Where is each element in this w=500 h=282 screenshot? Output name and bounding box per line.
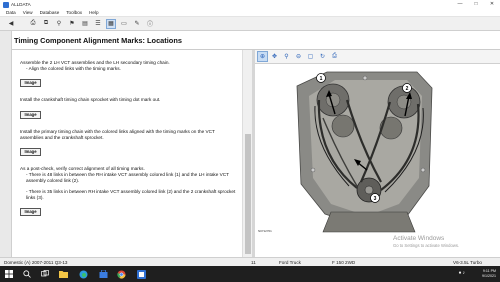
edge-icon[interactable] — [78, 269, 88, 279]
menu-bar: Data View Database Toolbox Help — [0, 9, 500, 17]
back-icon[interactable]: ◀ — [6, 19, 16, 29]
search-icon[interactable] — [22, 269, 32, 279]
rotate-icon[interactable]: ↻ — [317, 51, 328, 62]
watermark-title: Activate Windows — [393, 235, 445, 242]
minimize-icon[interactable]: — — [452, 0, 468, 9]
navigation-rail — [0, 31, 12, 257]
image-button[interactable]: Image — [20, 110, 41, 119]
info-icon[interactable]: ⓘ — [145, 19, 155, 29]
step-bullet: - Align the colored links with the timin… — [26, 66, 121, 72]
step-bullet: - There is 35 links in between RH intake… — [26, 188, 236, 200]
close-icon[interactable]: ✕ — [484, 0, 500, 9]
copy-icon[interactable]: ⧉ — [41, 19, 51, 29]
menu-help[interactable]: Help — [89, 10, 98, 15]
alldata-app-icon[interactable] — [136, 269, 146, 279]
status-database: Domestic (A) 2007-2011 Q3-13 — [4, 259, 68, 265]
image-panel: ⊕ ✥ ⚲ ⊖ ▢ ↻ ⎙ 1 2 3 N0712701 — [255, 50, 500, 257]
grid-icon[interactable]: ▦ — [106, 18, 116, 29]
page-header: Timing Component Alignment Marks: Locati… — [12, 31, 500, 50]
callout-1-label: 1 — [320, 76, 323, 82]
file-explorer-icon[interactable] — [58, 269, 68, 279]
tray-icons[interactable]: ● ♪ — [445, 271, 465, 276]
engine-diagram: 1 2 3 — [296, 71, 433, 233]
zoom-out-icon[interactable]: ⊖ — [293, 51, 304, 62]
vertical-scrollbar[interactable] — [242, 50, 252, 257]
figure-id: N0712701 — [258, 229, 272, 233]
callout-3-label: 3 — [374, 196, 377, 202]
taskbar: ● ♪ 9:11 PM 9/1/2021 — [0, 266, 500, 282]
menu-database[interactable]: Database — [40, 10, 60, 15]
fit-icon[interactable]: ▢ — [305, 51, 316, 62]
step-1: Assemble the 2 LH VCT assemblies and the… — [20, 60, 236, 88]
image-button[interactable]: Image — [20, 79, 41, 88]
activation-watermark: Activate Windows Go to Settings to activ… — [393, 235, 459, 248]
engine-timing-illustration: 1 2 3 N0712701 — [257, 66, 497, 256]
step-2: Install the crankshaft timing chain spro… — [20, 97, 236, 119]
status-model: F 150 2WD — [332, 259, 356, 265]
zoom-in-icon[interactable]: ⊕ — [257, 51, 268, 62]
title-bar: ALLDATA — □ ✕ — [0, 0, 500, 9]
menu-data[interactable]: Data — [6, 10, 16, 15]
print-image-icon[interactable]: ⎙ — [329, 51, 340, 62]
app-icon — [3, 1, 9, 8]
zoom-area-icon[interactable]: ⚲ — [281, 51, 292, 62]
image-button[interactable]: Image — [20, 148, 41, 157]
volume-icon: ♪ — [462, 270, 466, 276]
status-page: 11 — [251, 259, 256, 265]
page-icon[interactable]: ▭ — [119, 19, 129, 29]
scrollbar-thumb[interactable] — [245, 134, 251, 254]
procedure-text: Assemble the 2 LH VCT assemblies and the… — [12, 50, 242, 257]
window-controls: — □ ✕ — [452, 0, 500, 9]
window-title: ALLDATA — [11, 2, 31, 7]
note-icon[interactable]: ✎ — [132, 19, 142, 29]
maximize-icon[interactable]: □ — [468, 0, 484, 9]
pan-icon[interactable]: ✥ — [269, 51, 280, 62]
step-text: Install the crankshaft timing chain spro… — [20, 97, 161, 103]
toolbar: ◀ ⎙ ⧉ ⚲ ⚑ ▤ ☰ ▦ ▭ ✎ ⓘ — [0, 17, 500, 31]
page-title: Timing Component Alignment Marks: Locati… — [14, 35, 182, 45]
toolbar-separator — [19, 19, 25, 29]
status-bar: Domestic (A) 2007-2011 Q3-13 11 Ford Tru… — [0, 257, 500, 266]
clock-date: 9/1/2021 — [482, 273, 496, 278]
status-make: Ford Truck — [279, 259, 301, 265]
task-view-icon[interactable] — [40, 269, 50, 279]
callout-2-label: 2 — [406, 86, 409, 92]
bookmark-icon[interactable]: ⚑ — [67, 19, 77, 29]
status-engine: V6-3.5L Turbo — [453, 259, 482, 265]
clock[interactable]: 9:11 PM 9/1/2021 — [466, 269, 496, 278]
menu-view[interactable]: View — [23, 10, 33, 15]
watermark-subtitle: Go to Settings to activate Windows. — [393, 243, 460, 248]
zoom-icon[interactable]: ⚲ — [54, 19, 64, 29]
step-bullet: - There is 48 links in between the RH in… — [26, 172, 229, 184]
start-icon[interactable] — [4, 269, 14, 279]
step-3: Install the primary timing chain with th… — [20, 128, 236, 157]
menu-toolbox[interactable]: Toolbox — [66, 10, 82, 15]
image-button[interactable]: Image — [20, 208, 41, 217]
list-icon[interactable]: ☰ — [93, 19, 103, 29]
procedure-panel: Assemble the 2 LH VCT assemblies and the… — [12, 50, 252, 257]
store-icon[interactable] — [98, 269, 108, 279]
step-text: Install the primary timing chain with th… — [20, 128, 215, 140]
step-4: As a post-check, verify correct alignmen… — [20, 166, 236, 217]
document-icon[interactable]: ▤ — [80, 19, 90, 29]
network-icon: ● — [458, 270, 462, 276]
image-toolbar: ⊕ ✥ ⚲ ⊖ ▢ ↻ ⎙ — [255, 50, 500, 64]
print-icon[interactable]: ⎙ — [28, 19, 38, 29]
chrome-icon[interactable] — [116, 269, 126, 279]
